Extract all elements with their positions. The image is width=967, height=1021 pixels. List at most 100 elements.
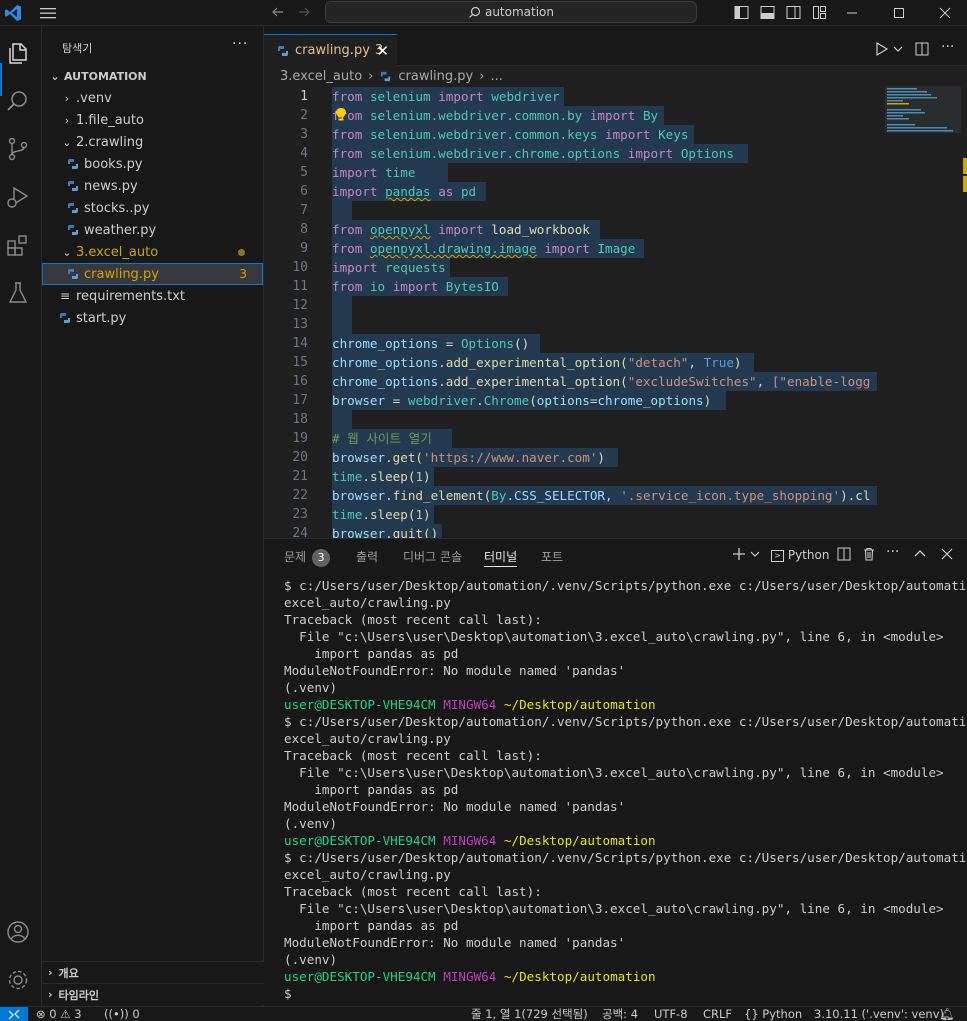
chevron-right-icon: › <box>48 966 53 979</box>
editor-more-actions-icon[interactable]: ··· <box>941 40 954 57</box>
ports-status[interactable]: ((•)) 0 <box>104 1007 140 1021</box>
kill-terminal-trash-icon[interactable] <box>862 547 876 561</box>
minimize-icon <box>847 12 857 14</box>
language-mode-status[interactable]: {} Python <box>744 1007 802 1021</box>
python-file-icon <box>68 203 78 213</box>
tree-file-requirements[interactable]: ≡ requirements.txt <box>42 285 263 307</box>
python-file-icon <box>68 269 78 279</box>
activity-bar <box>0 26 42 1006</box>
tree-folder-excel-auto[interactable]: ⌄ 3.excel_auto <box>42 241 263 263</box>
tree-file-start[interactable]: start.py <box>42 307 263 329</box>
timeline-section-header[interactable]: › 타임라인 <box>42 983 264 1005</box>
workspace-root[interactable]: ⌄ AUTOMATION <box>42 65 263 87</box>
terminal-output[interactable]: $ c:/Users/user/Desktop/automation/.venv… <box>284 577 967 1002</box>
terminal-line: import pandas as pd <box>284 782 459 797</box>
tree-file-stocks[interactable]: stocks..py <box>42 197 263 219</box>
tree-item-label: .venv <box>76 90 112 106</box>
tab-crawling-py[interactable]: crawling.py 3 ✕ <box>264 34 397 66</box>
settings-gear-icon[interactable] <box>5 967 31 993</box>
notifications-bell-icon[interactable]: 🔔︎ <box>940 1007 955 1021</box>
terminal-line: excel_auto/crawling.py <box>284 731 451 746</box>
panel-more-actions-icon[interactable]: ··· <box>886 544 899 560</box>
tree-item-label: 3.excel_auto <box>76 244 159 260</box>
hamburger-menu-icon[interactable] <box>38 5 58 21</box>
lightbulb-icon[interactable] <box>334 107 348 122</box>
minimap[interactable] <box>885 86 961 538</box>
search-text: automation <box>484 5 555 19</box>
chevron-right-icon: › <box>479 68 485 84</box>
panel-tab-ports[interactable]: 포트 <box>541 547 563 567</box>
terminal-dropdown-chevron-icon[interactable] <box>750 549 760 559</box>
tree-file-books[interactable]: books.py <box>42 153 263 175</box>
back-arrow-icon[interactable] <box>270 4 286 20</box>
python-file-icon <box>68 225 78 235</box>
run-dropdown-chevron-icon[interactable] <box>893 41 903 57</box>
accounts-icon[interactable] <box>5 919 31 945</box>
code-line-10: import requests <box>332 260 446 275</box>
close-panel-icon[interactable] <box>941 548 953 560</box>
forward-arrow-icon[interactable] <box>296 4 312 20</box>
panel-tab-problems[interactable]: 문제 3 <box>284 547 331 567</box>
source-control-icon[interactable] <box>5 136 31 162</box>
minimize-button[interactable] <box>829 0 875 26</box>
run-and-debug-icon[interactable] <box>5 184 31 210</box>
line-number: 9 <box>300 241 308 256</box>
code-line-14: chrome_options = Options() <box>332 336 530 351</box>
editor-scrollbar[interactable] <box>961 86 967 538</box>
tab-close-icon[interactable]: ✕ <box>376 42 389 60</box>
cursor-position-status[interactable]: 줄 1, 열 1(729 선택됨) <box>471 1007 588 1021</box>
maximize-icon <box>894 8 904 18</box>
tree-folder-crawling[interactable]: ⌄ 2.crawling <box>42 131 263 153</box>
indentation-status[interactable]: 공백: 4 <box>602 1007 638 1021</box>
search-icon[interactable] <box>5 88 31 114</box>
python-interpreter-status[interactable]: 3.10.11 ('.venv': venv) <box>814 1007 944 1021</box>
tree-folder-venv[interactable]: › .venv <box>42 87 263 109</box>
code-line-21: time.sleep(1) <box>332 469 431 484</box>
tree-file-crawling[interactable]: crawling.py 3 <box>42 263 263 285</box>
python-file-icon <box>60 313 70 323</box>
terminal-cursor-line: $ <box>284 986 292 1001</box>
run-python-file-icon[interactable] <box>875 41 889 57</box>
command-center-search[interactable]: automation <box>325 1 697 23</box>
maximize-button[interactable] <box>876 0 922 26</box>
toggle-secondary-sidebar-icon[interactable] <box>786 5 801 20</box>
tree-file-news[interactable]: news.py <box>42 175 263 197</box>
breadcrumb-folder[interactable]: 3.excel_auto <box>280 69 362 84</box>
terminal-line: (.venv) <box>284 816 338 831</box>
terminal-line: excel_auto/crawling.py <box>284 867 451 882</box>
extensions-icon[interactable] <box>5 232 31 258</box>
code-line-24: browser.quit() <box>332 526 439 538</box>
code-editor[interactable]: 1 2 3 4 5 6 7 8 9 10 11 12 13 14 15 16 17 18 19 20 21 22 23 24 … <box>264 86 967 538</box>
toggle-primary-sidebar-icon[interactable] <box>734 5 749 20</box>
tree-file-weather[interactable]: weather.py <box>42 219 263 241</box>
line-number: 5 <box>300 165 308 180</box>
chevron-down-icon: ⌄ <box>62 135 72 149</box>
panel-tab-output[interactable]: 출력 <box>356 547 378 567</box>
close-window-button[interactable] <box>922 0 967 26</box>
outline-section-header[interactable]: › 개요 <box>42 961 264 983</box>
panel-tab-debug-console[interactable]: 디버그 콘솔 <box>403 547 462 567</box>
tree-item-label: books.py <box>84 156 143 172</box>
encoding-status[interactable]: UTF-8 <box>654 1007 688 1021</box>
tree-folder-file-auto[interactable]: › 1.file_auto <box>42 109 263 131</box>
explorer-icon[interactable] <box>5 40 31 66</box>
explorer-more-actions-button[interactable]: ··· <box>232 36 248 52</box>
breadcrumb-symbols[interactable]: ... <box>490 69 502 84</box>
toggle-panel-icon[interactable] <box>760 5 775 20</box>
maximize-panel-chevron-up-icon[interactable] <box>914 548 926 560</box>
line-number: 10 <box>292 260 308 275</box>
eol-status[interactable]: CRLF <box>703 1007 732 1021</box>
terminal-line: ModuleNotFoundError: No module named 'pa… <box>284 799 626 814</box>
split-terminal-icon[interactable] <box>837 547 851 561</box>
line-number: 4 <box>300 146 308 161</box>
testing-flask-icon[interactable] <box>5 280 31 306</box>
panel-tab-terminal[interactable]: 터미널 <box>484 547 518 567</box>
split-editor-icon[interactable] <box>915 41 929 57</box>
remote-indicator-button[interactable] <box>0 1007 28 1021</box>
new-terminal-plus-icon[interactable] <box>732 547 746 561</box>
breadcrumb-file[interactable]: crawling.py <box>398 69 473 84</box>
customize-layout-icon[interactable] <box>812 5 827 20</box>
terminal-instance-selector[interactable]: > Python <box>771 546 829 564</box>
active-indicator <box>0 63 2 96</box>
problems-status[interactable]: ⊗ 0 ⚠ 3 <box>36 1007 82 1021</box>
